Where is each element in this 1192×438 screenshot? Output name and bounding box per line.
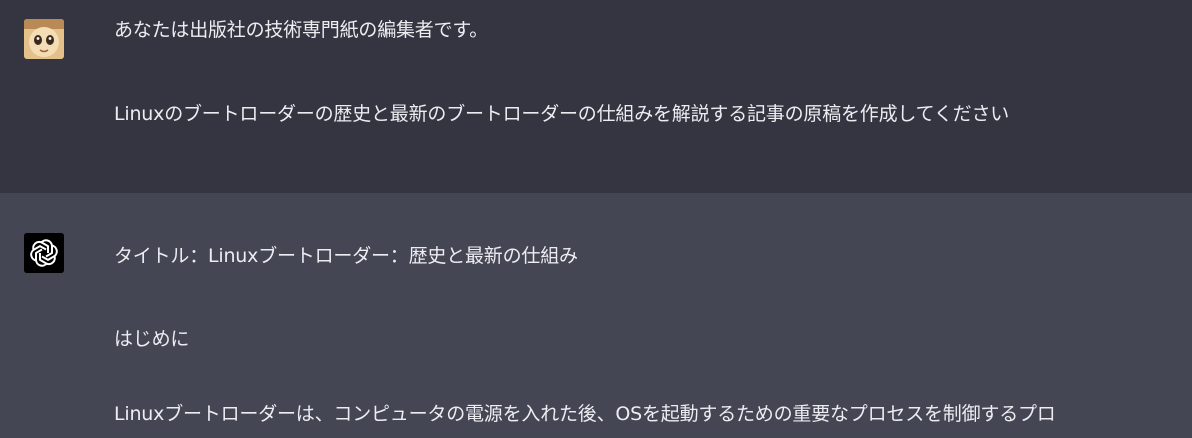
openai-logo-icon xyxy=(24,233,64,273)
user-paragraph: あなたは出版社の技術専門紙の編集者です。 xyxy=(114,19,489,41)
assistant-heading: はじめに xyxy=(114,328,190,350)
user-message: あなたは出版社の技術専門紙の編集者です。 Linuxのブートローダーの歴史と最新… xyxy=(0,0,1192,193)
user-avatar-icon xyxy=(24,19,64,59)
assistant-paragraph: Linuxブートローダーは、コンピュータの電源を入れた後、OSを起動するための重… xyxy=(114,403,1056,425)
user-paragraph: Linuxのブートローダーの歴史と最新のブートローダーの仕組みを解説する記事の原… xyxy=(114,103,1010,125)
assistant-title: タイトル：Linuxブートローダー：歴史と最新の仕組み xyxy=(114,245,578,267)
chat-thread: あなたは出版社の技術専門紙の編集者です。 Linuxのブートローダーの歴史と最新… xyxy=(0,0,1192,438)
assistant-message: タイトル：Linuxブートローダー：歴史と最新の仕組み はじめに Linuxブー… xyxy=(0,193,1192,438)
